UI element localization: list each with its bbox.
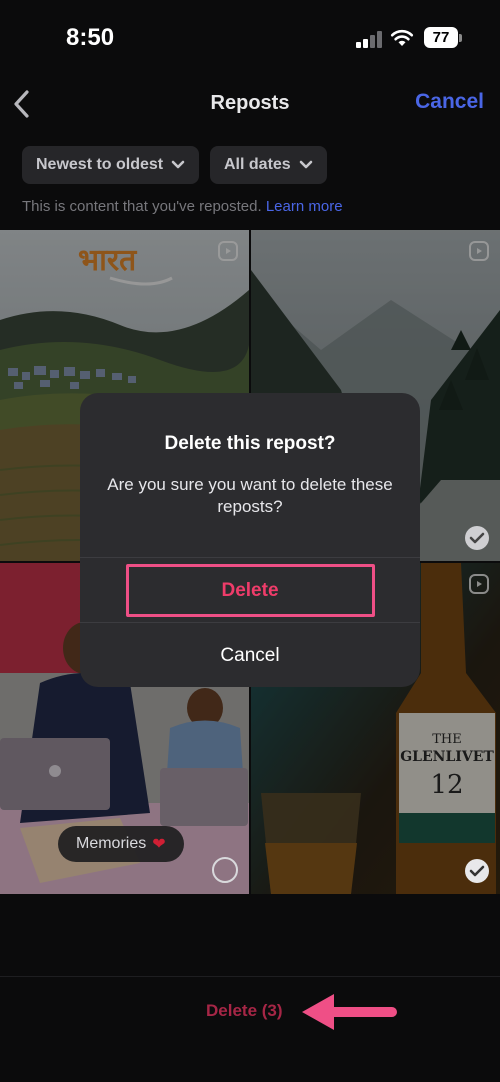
status-bar: 8:50 77 (0, 0, 500, 76)
dialog-message: Are you sure you want to delete these re… (107, 475, 393, 516)
memories-label: Memories (76, 835, 147, 852)
learn-more-link[interactable]: Learn more (266, 198, 343, 215)
repost-hint: This is content that you've reposted. Le… (22, 198, 343, 215)
sort-dropdown-label: Newest to oldest (36, 156, 164, 173)
dialog-divider (80, 622, 420, 623)
dialog-title: Delete this repost? (164, 433, 336, 454)
memories-chip[interactable]: Memories ❤ (58, 826, 184, 862)
dialog-divider (80, 557, 420, 558)
bottom-delete-button[interactable]: Delete (3) (206, 1001, 283, 1021)
chevron-down-icon (299, 160, 312, 169)
chevron-down-icon (171, 160, 185, 169)
selected-check-icon[interactable] (464, 858, 490, 884)
date-dropdown-label: All dates (224, 156, 291, 173)
wifi-icon (390, 29, 414, 46)
dialog-cancel-button[interactable]: Cancel (80, 625, 420, 687)
header: Reposts Cancel (0, 76, 500, 132)
dialog-delete-button[interactable]: Delete (80, 560, 420, 622)
delete-confirm-dialog: Delete this repost? Are you sure you wan… (80, 393, 420, 687)
battery-cap (459, 34, 462, 42)
selected-check-icon[interactable] (464, 525, 490, 551)
cellular-signal-icon (356, 30, 382, 48)
hint-text: This is content that you've reposted. (22, 198, 262, 215)
date-dropdown[interactable]: All dates (210, 146, 327, 184)
unselected-circle-icon[interactable] (211, 856, 239, 884)
battery-indicator: 77 (424, 27, 458, 48)
reposts-screen: 8:50 77 Reposts Cancel Newest to oldest … (0, 0, 500, 1082)
status-time: 8:50 (66, 24, 115, 51)
bottom-action-bar: Delete (3) (0, 976, 500, 1082)
annotation-arrow-icon (302, 994, 397, 1030)
heart-icon: ❤ (152, 836, 166, 853)
sort-dropdown[interactable]: Newest to oldest (22, 146, 200, 184)
header-cancel-button[interactable]: Cancel (415, 90, 484, 114)
